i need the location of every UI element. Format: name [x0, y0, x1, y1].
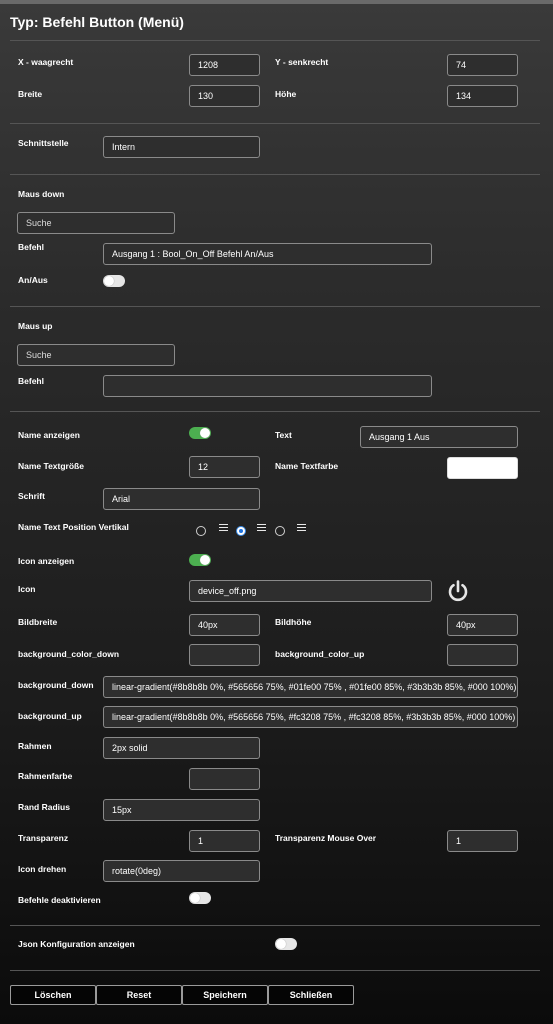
interface-select[interactable]: Intern: [103, 136, 260, 158]
text-position-bottom-radio[interactable]: [275, 526, 285, 536]
show-name-label: Name anzeigen: [18, 430, 80, 440]
mouse-down-command-label: Befehl: [18, 242, 44, 252]
power-icon: [448, 580, 468, 602]
rotate-input[interactable]: rotate(0deg): [103, 860, 260, 882]
align-middle-icon: [257, 524, 266, 532]
img-width-label: Bildbreite: [18, 617, 58, 627]
delete-button[interactable]: Löschen: [10, 985, 96, 1005]
opacity-hover-label: Transparenz Mouse Over: [275, 833, 377, 843]
bg-up-input[interactable]: linear-gradient(#8b8b8b 0%, #565656 75%,…: [103, 706, 518, 728]
toggle-knob: [190, 893, 200, 903]
opacity-label: Transparenz: [18, 833, 69, 843]
close-button[interactable]: Schließen: [268, 985, 354, 1005]
img-height-input[interactable]: 40px: [447, 614, 518, 636]
show-icon-toggle[interactable]: [189, 554, 211, 566]
width-label: Breite: [18, 89, 43, 99]
disable-commands-label: Befehle deaktivieren: [18, 895, 101, 905]
text-position-middle-radio[interactable]: [236, 526, 246, 536]
disable-commands-toggle[interactable]: [189, 892, 211, 904]
opacity-hover-input[interactable]: 1: [447, 830, 518, 852]
divider: [10, 40, 540, 41]
opacity-input[interactable]: 1: [189, 830, 260, 852]
mouse-up-command-label: Befehl: [18, 376, 44, 386]
window-top-bar: [0, 0, 553, 4]
text-input[interactable]: Ausgang 1 Aus: [360, 426, 518, 448]
img-height-label: Bildhöhe: [275, 617, 312, 627]
align-top-icon: [219, 524, 228, 532]
border-label: Rahmen: [18, 741, 52, 751]
bg-up-label: background_up: [18, 711, 82, 721]
font-input[interactable]: Arial: [103, 488, 260, 510]
height-label: Höhe: [275, 89, 297, 99]
toggle-knob: [200, 428, 210, 438]
text-position-top-radio[interactable]: [196, 526, 206, 536]
mouse-up-search-input[interactable]: Suche: [17, 344, 175, 366]
json-config-label: Json Konfiguration anzeigen: [18, 939, 135, 949]
img-width-input[interactable]: 40px: [189, 614, 260, 636]
icon-input[interactable]: device_off.png: [189, 580, 432, 602]
toggle-knob: [276, 939, 286, 949]
toggle-knob: [200, 555, 210, 565]
bg-color-up-input[interactable]: [447, 644, 518, 666]
divider: [10, 925, 540, 926]
interface-label: Schnittstelle: [18, 138, 69, 148]
text-position-label: Name Text Position Vertikal: [18, 522, 129, 532]
reset-button[interactable]: Reset: [96, 985, 182, 1005]
bg-down-label: background_down: [18, 680, 94, 690]
border-input[interactable]: 2px solid: [103, 737, 260, 759]
height-input[interactable]: 134: [447, 85, 518, 107]
font-label: Schrift: [18, 491, 45, 501]
bg-color-down-label: background_color_down: [18, 649, 120, 659]
mouse-up-heading: Maus up: [18, 321, 53, 331]
divider: [10, 306, 540, 307]
save-button[interactable]: Speichern: [182, 985, 268, 1005]
border-color-input[interactable]: [189, 768, 260, 790]
json-config-toggle[interactable]: [275, 938, 297, 950]
name-color-picker[interactable]: [447, 457, 518, 479]
bg-down-input[interactable]: linear-gradient(#8b8b8b 0%, #565656 75%,…: [103, 676, 518, 698]
bg-color-up-label: background_color_up: [275, 649, 365, 659]
toggle-knob: [104, 276, 114, 286]
mouse-up-command-select[interactable]: [103, 375, 432, 397]
divider: [10, 970, 540, 971]
show-icon-label: Icon anzeigen: [18, 556, 75, 566]
mouse-down-search-input[interactable]: Suche: [17, 212, 175, 234]
mouse-down-heading: Maus down: [18, 189, 65, 199]
name-size-label: Name Textgröße: [18, 461, 84, 471]
y-label: Y - senkrecht: [275, 57, 329, 67]
divider: [10, 174, 540, 175]
x-input[interactable]: 1208: [189, 54, 260, 76]
rotate-label: Icon drehen: [18, 864, 67, 874]
dialog-title: Typ: Befehl Button (Menü): [10, 14, 184, 30]
radius-label: Rand Radius: [18, 802, 70, 812]
bg-color-down-input[interactable]: [189, 644, 260, 666]
align-bottom-icon: [297, 524, 306, 532]
width-input[interactable]: 130: [189, 85, 260, 107]
name-size-input[interactable]: 12: [189, 456, 260, 478]
icon-label: Icon: [18, 584, 36, 594]
mouse-down-command-select[interactable]: Ausgang 1 : Bool_On_Off Befehl An/Aus: [103, 243, 432, 265]
text-label: Text: [275, 430, 292, 440]
show-name-toggle[interactable]: [189, 427, 211, 439]
divider: [10, 123, 540, 124]
divider: [10, 411, 540, 412]
y-input[interactable]: 74: [447, 54, 518, 76]
onoff-label: An/Aus: [18, 275, 48, 285]
border-color-label: Rahmenfarbe: [18, 771, 73, 781]
x-label: X - waagrecht: [18, 57, 74, 67]
radius-input[interactable]: 15px: [103, 799, 260, 821]
name-color-label: Name Textfarbe: [275, 461, 339, 471]
onoff-toggle[interactable]: [103, 275, 125, 287]
